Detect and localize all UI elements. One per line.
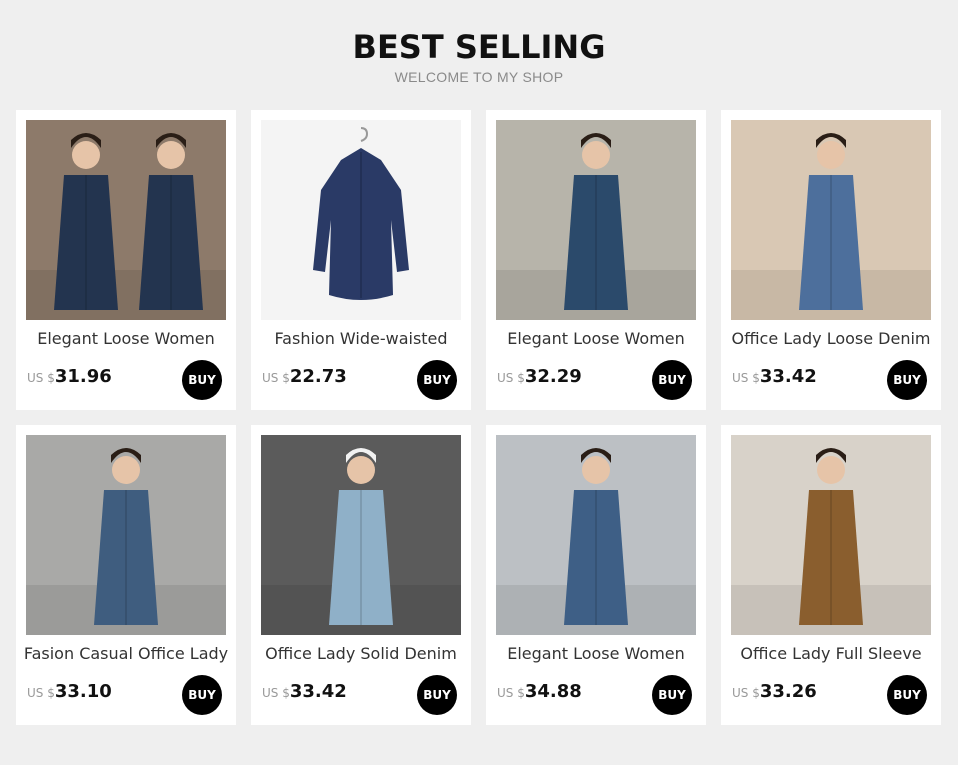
buy-button[interactable]: BUY: [887, 360, 927, 400]
buy-button[interactable]: BUY: [417, 360, 457, 400]
product-card[interactable]: Office Lady Full Sleeve US $33.26 BUY: [721, 425, 941, 725]
price-amount: 22.73: [289, 366, 347, 387]
product-price: US $32.29: [497, 366, 582, 387]
product-card[interactable]: Office Lady Solid Denim US $33.42 BUY: [251, 425, 471, 725]
product-image[interactable]: [496, 120, 696, 320]
page-header: BEST SELLING WELCOME TO MY SHOP: [0, 28, 958, 85]
buy-button[interactable]: BUY: [417, 675, 457, 715]
product-price: US $33.10: [27, 681, 112, 702]
price-amount: 33.10: [54, 681, 112, 702]
product-name[interactable]: Elegant Loose Women: [486, 644, 706, 663]
product-name[interactable]: Fashion Wide-waisted: [251, 329, 471, 348]
product-price: US $34.88: [497, 681, 582, 702]
currency-label: US $: [497, 686, 525, 700]
product-grid: Elegant Loose Women US $31.96 BUY Fashio…: [16, 110, 941, 725]
buy-button[interactable]: BUY: [887, 675, 927, 715]
product-name[interactable]: Fasion Casual Office Lady: [16, 644, 236, 663]
currency-label: US $: [732, 686, 760, 700]
price-amount: 31.96: [54, 366, 112, 387]
product-name[interactable]: Office Lady Solid Denim: [251, 644, 471, 663]
product-image[interactable]: [261, 435, 461, 635]
product-name[interactable]: Office Lady Loose Denim: [721, 329, 941, 348]
page-title: BEST SELLING: [352, 28, 606, 66]
product-card[interactable]: Elegant Loose Women US $34.88 BUY: [486, 425, 706, 725]
currency-label: US $: [262, 371, 290, 385]
price-amount: 33.42: [289, 681, 347, 702]
buy-button[interactable]: BUY: [182, 675, 222, 715]
price-amount: 33.42: [759, 366, 817, 387]
product-image[interactable]: [261, 120, 461, 320]
currency-label: US $: [732, 371, 760, 385]
product-card[interactable]: Fasion Casual Office Lady US $33.10 BUY: [16, 425, 236, 725]
product-card[interactable]: Elegant Loose Women US $31.96 BUY: [16, 110, 236, 410]
buy-button[interactable]: BUY: [652, 675, 692, 715]
product-price: US $33.26: [732, 681, 817, 702]
price-amount: 33.26: [759, 681, 817, 702]
currency-label: US $: [27, 686, 55, 700]
product-name[interactable]: Elegant Loose Women: [486, 329, 706, 348]
product-card[interactable]: Fashion Wide-waisted US $22.73 BUY: [251, 110, 471, 410]
page-subtitle: WELCOME TO MY SHOP: [394, 69, 564, 85]
currency-label: US $: [262, 686, 290, 700]
product-image[interactable]: [731, 120, 931, 320]
price-amount: 32.29: [524, 366, 582, 387]
product-image[interactable]: [731, 435, 931, 635]
buy-button[interactable]: BUY: [182, 360, 222, 400]
product-card[interactable]: Office Lady Loose Denim US $33.42 BUY: [721, 110, 941, 410]
currency-label: US $: [497, 371, 525, 385]
currency-label: US $: [27, 371, 55, 385]
price-amount: 34.88: [524, 681, 582, 702]
product-card[interactable]: Elegant Loose Women US $32.29 BUY: [486, 110, 706, 410]
product-image[interactable]: [26, 435, 226, 635]
product-price: US $33.42: [262, 681, 347, 702]
product-price: US $33.42: [732, 366, 817, 387]
buy-button[interactable]: BUY: [652, 360, 692, 400]
product-price: US $22.73: [262, 366, 347, 387]
product-image[interactable]: [496, 435, 696, 635]
product-price: US $31.96: [27, 366, 112, 387]
product-name[interactable]: Elegant Loose Women: [16, 329, 236, 348]
product-name[interactable]: Office Lady Full Sleeve: [721, 644, 941, 663]
product-image[interactable]: [26, 120, 226, 320]
